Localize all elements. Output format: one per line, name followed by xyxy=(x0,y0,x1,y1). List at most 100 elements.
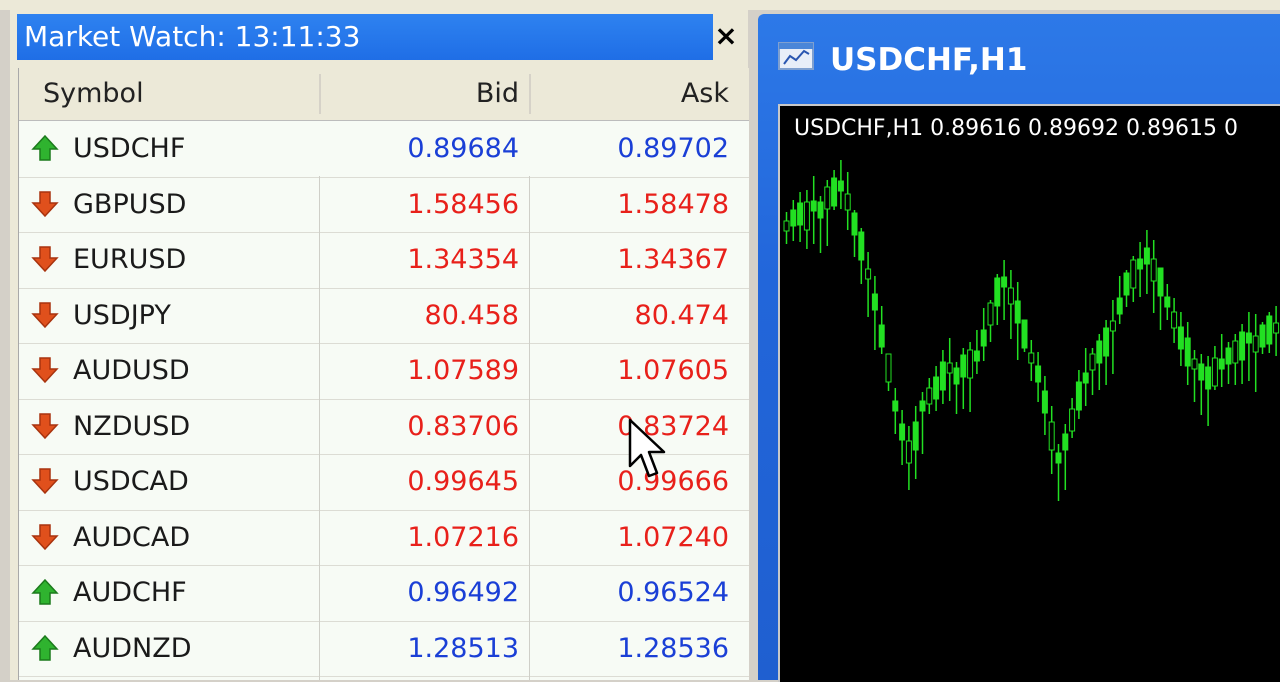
candle xyxy=(844,172,851,230)
candle xyxy=(1191,350,1198,402)
bid-cell: 1.28513 xyxy=(407,632,519,664)
candle xyxy=(926,378,933,414)
table-row[interactable]: AUDNZD 1.28513 1.28536 xyxy=(19,621,749,677)
candle xyxy=(1259,322,1266,354)
candle xyxy=(1048,406,1055,474)
candle xyxy=(1096,334,1103,390)
candle xyxy=(1266,312,1273,353)
candle xyxy=(994,274,1001,325)
market-watch-panel: Market Watch: 13:11:33 × Symbol Bid Ask … xyxy=(10,10,749,680)
arrow-up-icon xyxy=(31,634,59,661)
bid-cell: 1.58456 xyxy=(407,188,519,220)
column-divider xyxy=(319,176,320,680)
column-header-symbol[interactable]: Symbol xyxy=(43,68,144,120)
ask-cell: 1.07240 xyxy=(617,521,729,553)
symbol-cell: USDCAD xyxy=(73,466,189,497)
candle xyxy=(865,252,872,317)
candle xyxy=(1109,300,1116,374)
candle xyxy=(1205,356,1212,426)
table-row[interactable]: GBPUSD 1.58456 1.58478 xyxy=(19,177,749,233)
arrow-down-icon xyxy=(31,301,59,328)
arrow-up-icon xyxy=(31,578,59,605)
candle xyxy=(1232,334,1239,385)
arrow-down-icon xyxy=(31,246,59,273)
candle xyxy=(1007,270,1014,339)
candle xyxy=(1028,340,1035,381)
ask-cell: 1.58478 xyxy=(617,188,729,220)
candle xyxy=(817,196,824,253)
table-row[interactable]: USDCHF 0.89684 0.89702 xyxy=(19,121,749,178)
column-divider xyxy=(529,176,530,680)
close-icon[interactable]: × xyxy=(710,18,742,54)
candle xyxy=(987,300,994,342)
column-header-bid[interactable]: Bid xyxy=(319,68,519,120)
candle xyxy=(1252,314,1259,392)
table-row[interactable]: USDJPY 80.458 80.474 xyxy=(19,288,749,344)
candle xyxy=(899,410,906,465)
table-row[interactable]: AUDCHF 0.96492 0.96524 xyxy=(19,565,749,622)
chart-window-title[interactable]: USDCHF,H1 xyxy=(830,38,1027,82)
candle xyxy=(878,306,885,354)
candle xyxy=(1157,267,1164,330)
candle xyxy=(1245,312,1252,381)
candle xyxy=(1035,352,1042,402)
candle xyxy=(980,308,987,361)
candle xyxy=(1075,370,1082,419)
candle xyxy=(919,392,926,454)
chart-window[interactable]: USDCHF,H1 USDCHF,H1 0.89616 0.89692 0.89… xyxy=(758,14,1280,682)
symbol-cell: USDJPY xyxy=(73,299,171,331)
symbol-cell: NZDUSD xyxy=(73,410,191,442)
ask-cell: 0.89702 xyxy=(617,133,729,164)
ask-cell: 1.28536 xyxy=(617,632,729,664)
candle xyxy=(1273,306,1280,356)
table-row[interactable]: AUDUSD 1.07589 1.07605 xyxy=(19,343,749,400)
candle xyxy=(1137,242,1144,297)
candle xyxy=(797,192,804,242)
candle xyxy=(939,350,946,404)
candle xyxy=(1055,444,1062,501)
arrow-down-icon xyxy=(31,523,59,550)
candlestick-series xyxy=(783,160,1280,501)
table-row[interactable]: AUDCAD 1.07216 1.07240 xyxy=(19,510,749,566)
candle xyxy=(783,212,790,244)
candle xyxy=(1021,319,1028,352)
candle xyxy=(851,210,858,257)
ask-cell: 80.474 xyxy=(634,299,729,331)
ask-cell: 0.96524 xyxy=(617,577,729,608)
candle xyxy=(824,180,831,246)
candle xyxy=(1130,256,1137,302)
candle xyxy=(1014,282,1021,360)
candle xyxy=(1123,270,1130,307)
candle xyxy=(1001,260,1008,320)
candle xyxy=(837,160,844,209)
bid-cell: 0.99645 xyxy=(407,466,519,497)
candle xyxy=(967,342,974,412)
ask-cell: 1.07605 xyxy=(617,355,729,386)
column-header-ask[interactable]: Ask xyxy=(529,68,729,120)
candle xyxy=(905,426,912,490)
top-strip xyxy=(0,0,1280,10)
bid-cell: 80.458 xyxy=(424,299,519,331)
candle xyxy=(858,228,865,284)
mouse-cursor-icon xyxy=(628,418,666,478)
arrow-down-icon xyxy=(31,468,59,495)
arrow-down-icon xyxy=(31,190,59,217)
bid-cell: 1.07589 xyxy=(407,355,519,386)
market-watch-list[interactable]: Symbol Bid Ask USDCHF 0.89684 0.89702 GBPUS… xyxy=(18,68,749,680)
price-chart[interactable]: USDCHF,H1 0.89616 0.89692 0.89615 0 xyxy=(778,104,1280,682)
candle xyxy=(1103,320,1110,385)
candle xyxy=(973,330,980,374)
symbol-cell: AUDCHF xyxy=(73,577,187,608)
candle xyxy=(1225,342,1232,384)
market-watch-title[interactable]: Market Watch: 13:11:33 xyxy=(17,14,713,60)
candle xyxy=(933,366,940,411)
chart-window-icon xyxy=(778,42,814,70)
candle xyxy=(790,200,797,241)
table-row[interactable]: EURUSD 1.34354 1.34367 xyxy=(19,232,749,289)
candle xyxy=(1062,424,1069,490)
candle xyxy=(912,406,919,479)
bid-cell: 0.89684 xyxy=(407,133,519,164)
arrow-down-icon xyxy=(31,357,59,384)
candle xyxy=(1150,240,1157,313)
symbol-cell: USDCHF xyxy=(73,133,186,164)
